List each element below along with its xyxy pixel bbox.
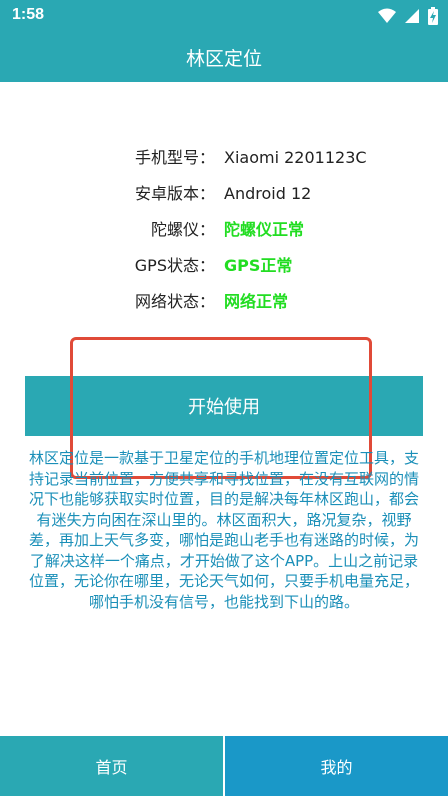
- info-row-phone-model: 手机型号： Xiaomi 2201123C: [0, 143, 448, 173]
- wifi-icon: [378, 8, 396, 24]
- app-description: 林区定位是一款基于卫星定位的手机地理位置定位工具，支持记录当前位置，方便共享和寻…: [28, 449, 419, 611]
- gyroscope-label: 陀螺仪：: [150, 220, 215, 239]
- nav-tab-mine[interactable]: 我的: [225, 736, 448, 796]
- app-bar: 林区定位: [0, 32, 448, 82]
- gps-label: GPS状态：: [134, 256, 215, 275]
- network-label: 网络状态：: [134, 292, 215, 311]
- info-row-gps: GPS状态： GPS正常: [0, 251, 448, 281]
- app-title: 林区定位: [185, 47, 262, 70]
- phone-model-value: Xiaomi 2201123C: [224, 148, 367, 167]
- bottom-nav: 首页 我的: [0, 736, 448, 796]
- battery-charging-icon: [428, 7, 438, 25]
- network-status: 网络正常: [224, 292, 289, 311]
- info-row-gyroscope: 陀螺仪： 陀螺仪正常: [0, 215, 448, 245]
- info-row-network: 网络状态： 网络正常: [0, 287, 448, 317]
- android-version-label: 安卓版本：: [134, 184, 215, 203]
- status-icons: [378, 7, 438, 25]
- android-version-value: Android 12: [224, 184, 312, 203]
- gps-status: GPS正常: [224, 256, 293, 275]
- cellular-signal-icon: [404, 8, 420, 24]
- status-time: 1:58: [12, 6, 45, 23]
- status-bar: 1:58: [0, 0, 448, 32]
- gyroscope-status: 陀螺仪正常: [224, 220, 305, 239]
- start-button[interactable]: 开始使用: [25, 376, 423, 436]
- phone-model-label: 手机型号：: [134, 148, 215, 167]
- info-row-android-version: 安卓版本： Android 12: [0, 179, 448, 209]
- nav-tab-home[interactable]: 首页: [0, 736, 225, 796]
